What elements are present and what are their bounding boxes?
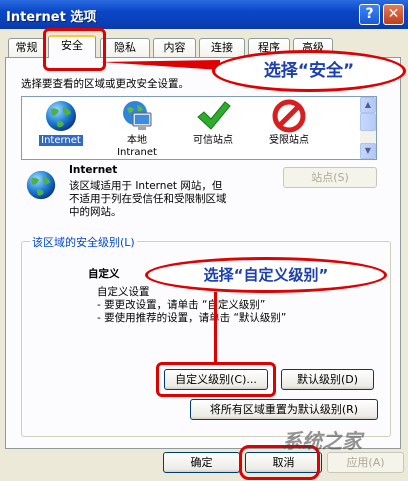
zone-internet-label: Internet [39, 135, 83, 146]
reset-all-zones-button[interactable]: 将所有区域重置为默认级别(R) [190, 399, 378, 420]
zone-list[interactable]: Internet 本地 Intranet 可信站点 受限站点 [21, 96, 377, 160]
help-button[interactable]: ? [359, 4, 380, 25]
annotation-connector [214, 292, 217, 362]
zone-description-3: 中的网站。 [69, 206, 122, 218]
security-level-group-label: 该区域的安全级别(L) [30, 234, 137, 250]
watermark: 系统之家 [282, 429, 362, 453]
select-security-callout: 选择“安全” [212, 50, 406, 92]
globe-icon [46, 101, 76, 131]
tab-security[interactable]: 安全 [48, 35, 96, 58]
zone-prompt: 选择要查看的区域或更改安全设置。 [21, 78, 189, 90]
tab-connections[interactable]: 连接 [199, 38, 245, 57]
scroll-thumb[interactable] [360, 113, 376, 131]
globe-icon [26, 170, 56, 200]
title-bar[interactable]: Internet 选项 ? ✕ [0, 0, 408, 29]
annotation-pointer [100, 60, 220, 70]
default-level-button[interactable]: 默认级别(D) [281, 369, 374, 390]
scroll-up-icon[interactable]: ▲ [360, 97, 376, 113]
zone-intranet-label-1: 本地 [127, 135, 147, 146]
zone-name: Internet [69, 164, 118, 176]
select-custom-level-callout: 选择“自定义级别” [145, 257, 387, 293]
zone-list-scrollbar[interactable]: ▲ ▼ [360, 97, 376, 159]
security-level-name: 自定义 [88, 268, 120, 280]
custom-level-highlight [156, 362, 276, 397]
tab-privacy[interactable]: 隐私 [100, 38, 150, 57]
security-level-line-3: - 要使用推荐的设置，请单击 “默认级别” [97, 312, 287, 324]
intranet-computer-icon [123, 101, 152, 130]
window-title: Internet 选项 [6, 10, 97, 25]
tab-general[interactable]: 常规 [8, 38, 45, 57]
zone-restricted-label: 受限站点 [269, 135, 309, 146]
tab-content[interactable]: 内容 [153, 38, 196, 57]
zone-intranet-label-2: Intranet [117, 147, 157, 158]
close-button[interactable]: ✕ [383, 4, 404, 25]
apply-button[interactable]: 应用(A) [327, 452, 404, 473]
zone-trusted-label: 可信站点 [193, 135, 233, 146]
ok-button[interactable]: 确定 [163, 452, 240, 473]
scroll-down-icon[interactable]: ▼ [360, 143, 376, 159]
checkmark-icon [197, 101, 231, 130]
no-entry-icon [272, 99, 306, 133]
sites-button[interactable]: 站点(S) [283, 167, 377, 188]
